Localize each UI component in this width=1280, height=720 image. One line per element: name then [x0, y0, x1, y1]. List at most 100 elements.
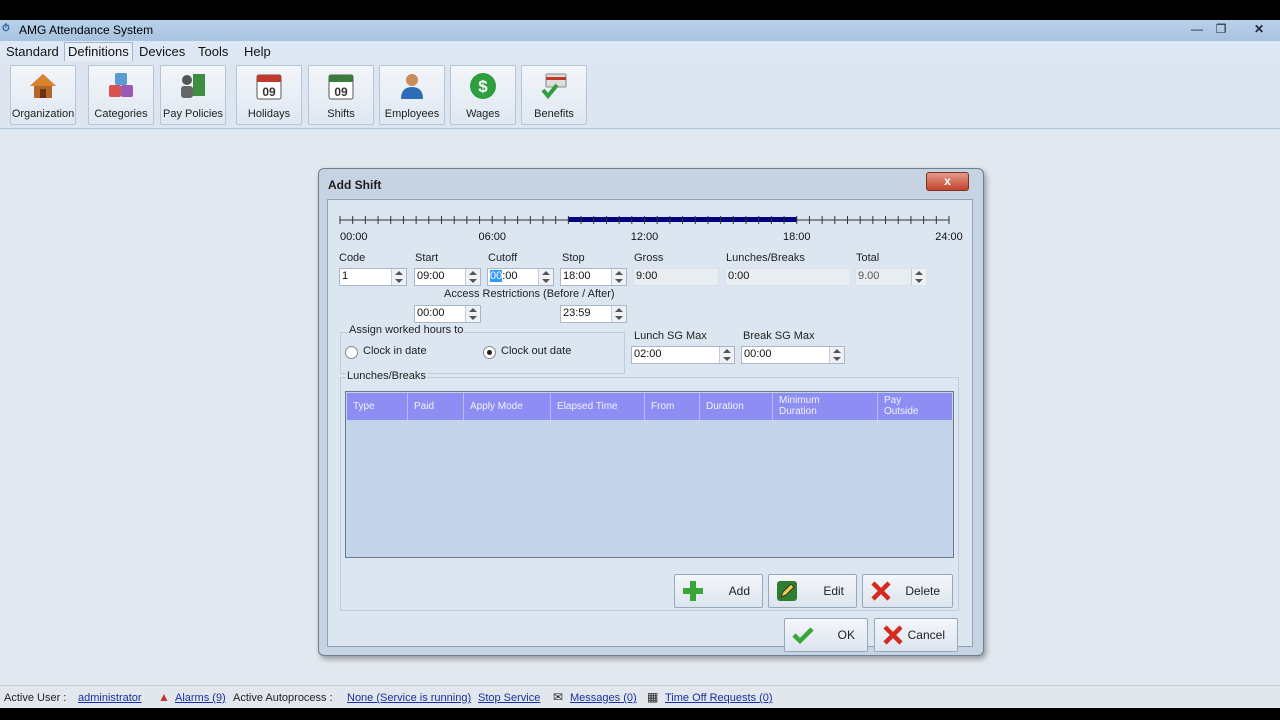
- pencil-icon: [777, 581, 797, 601]
- lunches-breaks-label: Lunches/Breaks: [726, 252, 805, 264]
- shifts-button[interactable]: 09 Shifts: [308, 65, 374, 125]
- dialog-body: 00:00 06:00 12:00 18:00 24:00 Code 1 Start 0…: [327, 199, 973, 652]
- assign-hours-group: Assign worked hours to Clock in date Clo…: [340, 324, 625, 374]
- employees-label: Employees: [384, 108, 440, 120]
- gross-label: Gross: [634, 252, 664, 264]
- alarm-icon: ▲: [158, 690, 170, 704]
- organization-label: Organization: [11, 108, 75, 120]
- shift-timeline[interactable]: 00:00 06:00 12:00 18:00 24:00: [328, 200, 972, 260]
- employees-button[interactable]: Employees: [379, 65, 445, 125]
- column-paid[interactable]: Paid: [408, 393, 464, 420]
- dialog-title: Add Shift: [328, 178, 382, 192]
- column-apply-mode[interactable]: Apply Mode: [464, 393, 551, 420]
- stop-service-link[interactable]: Stop Service: [478, 692, 540, 704]
- svg-text:09: 09: [334, 85, 348, 99]
- column-from[interactable]: From: [645, 393, 700, 420]
- cancel-button[interactable]: Cancel: [874, 618, 958, 652]
- spin-arrows-icon[interactable]: [829, 347, 844, 363]
- access-after-input[interactable]: 23:59: [560, 305, 627, 323]
- lunch-sg-max-input[interactable]: 02:00: [631, 346, 735, 364]
- menu-standard[interactable]: Standard: [3, 43, 62, 61]
- lunches-breaks-section-label: Lunches/Breaks: [346, 370, 427, 382]
- clock-out-radio[interactable]: [483, 346, 496, 359]
- clock-in-label[interactable]: Clock in date: [363, 345, 427, 357]
- cutoff-input[interactable]: 00:00: [487, 268, 554, 286]
- edit-button[interactable]: Edit: [768, 574, 857, 608]
- dialog-close-button[interactable]: x: [926, 172, 969, 191]
- menu-bar: Standard Definitions Devices Tools Help: [0, 41, 1280, 62]
- start-label: Start: [415, 252, 439, 264]
- spin-arrows-icon[interactable]: [391, 269, 406, 285]
- svg-text:09: 09: [262, 85, 276, 99]
- alarms-link[interactable]: Alarms (9): [175, 692, 226, 704]
- title-bar: ⏱ AMG Attendance System — ❐ ✕: [0, 20, 1280, 41]
- start-input[interactable]: 09:00: [414, 268, 481, 286]
- column-type[interactable]: Type: [347, 393, 408, 420]
- column-duration[interactable]: Duration: [700, 393, 773, 420]
- menu-devices[interactable]: Devices: [136, 43, 188, 61]
- assign-hours-label: Assign worked hours to: [348, 324, 465, 336]
- benefits-button[interactable]: Benefits: [521, 65, 587, 125]
- dollar-icon: $: [470, 73, 496, 99]
- status-bar: Active User : administrator ▲ Alarms (9)…: [0, 685, 1280, 708]
- x-delete-icon: [871, 581, 891, 601]
- cutoff-rest-text: :00: [502, 270, 518, 282]
- spin-arrows-icon[interactable]: [538, 269, 553, 285]
- access-restrictions-label: Access Restrictions (Before / After): [444, 288, 615, 300]
- benefits-label: Benefits: [534, 108, 574, 120]
- spin-arrows-icon[interactable]: [611, 306, 626, 322]
- clock-out-label[interactable]: Clock out date: [501, 345, 571, 357]
- messages-link[interactable]: Messages (0): [570, 692, 637, 704]
- add-button[interactable]: Add: [674, 574, 763, 608]
- categories-button[interactable]: Categories: [88, 65, 154, 125]
- spin-arrows-icon[interactable]: [719, 347, 734, 363]
- column-minimum-duration[interactable]: Minimum Duration: [773, 393, 878, 420]
- toolbar: Organization Categories Pay Policies 09: [0, 62, 1280, 129]
- code-input[interactable]: 1: [339, 268, 407, 286]
- pay-policies-button[interactable]: Pay Policies: [160, 65, 226, 125]
- clock-in-radio[interactable]: [345, 346, 358, 359]
- wages-button[interactable]: $ Wages: [450, 65, 516, 125]
- shifts-label: Shifts: [327, 108, 355, 120]
- autoprocess-value-link[interactable]: None (Service is running): [347, 692, 471, 704]
- column-elapsed-time[interactable]: Elapsed Time: [551, 393, 645, 420]
- organization-button[interactable]: Organization: [10, 65, 76, 125]
- lunches-breaks-group: Lunches/Breaks Type Paid Apply Mode Elap…: [340, 370, 959, 611]
- ok-button[interactable]: OK: [784, 618, 868, 652]
- delete-button[interactable]: Delete: [862, 574, 953, 608]
- plus-icon: [683, 581, 703, 601]
- minimize-icon[interactable]: —: [1186, 21, 1208, 38]
- menu-tools[interactable]: Tools: [195, 43, 231, 61]
- calendar-icon: 09: [328, 74, 354, 100]
- grid-header: Type Paid Apply Mode Elapsed Time From D…: [347, 393, 952, 420]
- active-user-link[interactable]: administrator: [78, 692, 142, 704]
- spin-arrows-icon[interactable]: [611, 269, 626, 285]
- cutoff-label: Cutoff: [488, 252, 518, 264]
- stop-input[interactable]: 18:00: [560, 268, 627, 286]
- menu-help[interactable]: Help: [241, 43, 274, 61]
- column-pay-outside[interactable]: Pay Outside: [878, 393, 952, 420]
- calendar-icon: 09: [256, 74, 282, 100]
- time-off-link[interactable]: Time Off Requests (0): [665, 692, 773, 704]
- spin-arrows-icon: [911, 269, 926, 285]
- close-icon[interactable]: ✕: [1248, 21, 1270, 38]
- gross-field: 9:00: [633, 268, 719, 286]
- restore-icon[interactable]: ❐: [1210, 21, 1232, 38]
- code-label: Code: [339, 252, 366, 264]
- spin-arrows-icon[interactable]: [465, 306, 480, 322]
- wages-label: Wages: [466, 108, 500, 120]
- lunches-breaks-field: 0:00: [725, 268, 851, 286]
- lunch-sg-max-label: Lunch SG Max: [634, 330, 707, 342]
- x-cancel-icon: [883, 625, 903, 645]
- total-field: 9.00: [855, 268, 927, 286]
- access-before-input[interactable]: 00:00: [414, 305, 481, 323]
- spin-arrows-icon[interactable]: [465, 269, 480, 285]
- holidays-button[interactable]: 09 Holidays: [236, 65, 302, 125]
- lunches-breaks-grid[interactable]: Type Paid Apply Mode Elapsed Time From D…: [345, 391, 954, 558]
- break-sg-max-input[interactable]: 00:00: [741, 346, 845, 364]
- timeline-label: 00:00: [340, 231, 368, 243]
- house-icon: [30, 74, 56, 98]
- holidays-label: Holidays: [247, 108, 291, 120]
- timeline-label: 12:00: [631, 231, 659, 243]
- menu-definitions[interactable]: Definitions: [64, 42, 133, 61]
